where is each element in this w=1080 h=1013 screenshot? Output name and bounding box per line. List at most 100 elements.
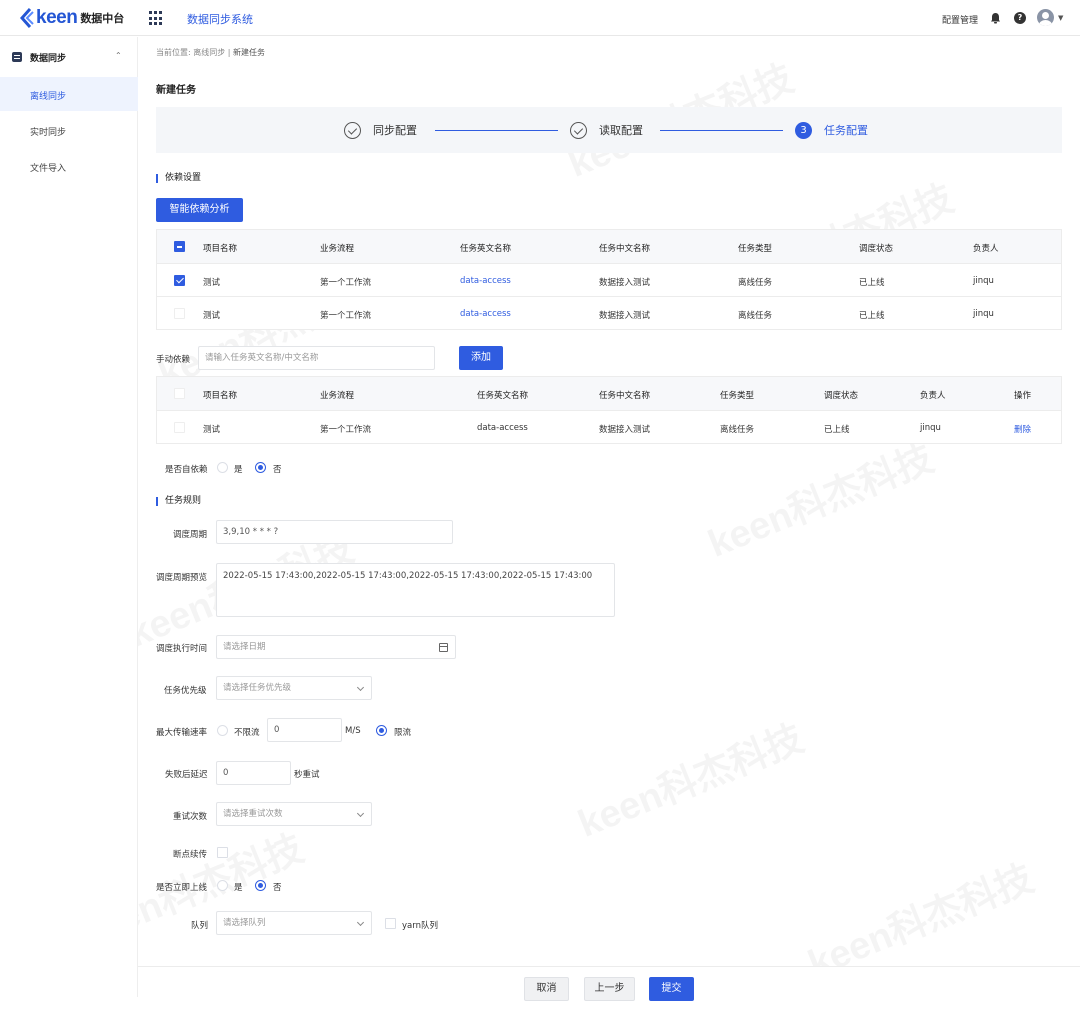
manual-dependency-table: 项目名称 业务流程 任务英文名称 任务中文名称 任务类型 调度状态 负责人 操作… xyxy=(156,376,1062,444)
section-title-dependency: 依赖设置 xyxy=(156,174,201,183)
cycle-input[interactable]: 3,9,10 * * * ? xyxy=(216,520,453,544)
resume-checkbox[interactable] xyxy=(217,847,228,858)
avatar[interactable] xyxy=(1037,9,1054,26)
column-header: 任务中文名称 xyxy=(599,391,651,401)
select-placeholder: 请选择重试次数 xyxy=(223,809,283,819)
config-management-link[interactable]: 配置管理 xyxy=(942,13,978,26)
chevron-up-icon: ⌃ xyxy=(115,51,122,60)
row-checkbox[interactable] xyxy=(174,308,185,319)
cell-project: 测试 xyxy=(203,425,221,435)
select-all-checkbox[interactable] xyxy=(174,241,185,252)
cell-task-type: 离线任务 xyxy=(720,425,755,435)
radio-label: 不限流 xyxy=(234,728,260,738)
calendar-icon xyxy=(439,643,448,652)
radio-label: 否 xyxy=(273,883,282,893)
chevron-down-icon[interactable]: ▼ xyxy=(1058,14,1063,22)
help-icon[interactable]: ? xyxy=(1014,12,1026,24)
chevron-down-icon xyxy=(356,683,365,692)
retry-delay-label: 失败后延迟 xyxy=(165,770,208,780)
logo[interactable]: keen 数据中台 xyxy=(20,7,124,29)
manual-dependency-input[interactable]: 请输入任务英文名称/中文名称 xyxy=(198,346,435,370)
watermark: keen科杰科技 xyxy=(698,427,940,567)
logo-text: keen xyxy=(36,7,78,28)
check-circle-icon xyxy=(570,121,587,139)
breadcrumb-parent[interactable]: 离线同步 xyxy=(193,48,225,57)
cycle-label: 调度周期 xyxy=(173,530,208,540)
watermark: keen科杰科技 xyxy=(568,707,810,847)
system-title: 数据同步系统 xyxy=(187,13,253,26)
yarn-queue-checkbox[interactable] xyxy=(385,918,396,929)
retry-delay-input[interactable]: 0 xyxy=(216,761,291,785)
select-placeholder: 请选择队列 xyxy=(223,918,266,928)
rate-input[interactable]: 0 xyxy=(267,718,342,742)
section-title-task-rules: 任务规则 xyxy=(156,497,201,506)
step-number: 3 xyxy=(795,121,812,139)
column-header: 业务流程 xyxy=(320,244,355,254)
cell-task-en-name[interactable]: data-access xyxy=(460,309,511,319)
chevron-down-icon xyxy=(356,809,365,818)
cell-workflow: 第一个工作流 xyxy=(320,311,372,321)
column-header: 任务类型 xyxy=(738,244,773,254)
apps-grid-icon[interactable] xyxy=(149,11,164,26)
cycle-preview-textarea[interactable]: 2022-05-15 17:43:00,2022-05-15 17:43:00,… xyxy=(216,563,615,617)
cell-project: 测试 xyxy=(203,278,221,288)
column-header: 任务中文名称 xyxy=(599,244,651,254)
retry-count-select[interactable]: 请选择重试次数 xyxy=(216,802,372,826)
check-circle-icon xyxy=(344,121,361,139)
table-row[interactable]: 测试 第一个工作流 data-access 数据接入测试 离线任务 已上线 ji… xyxy=(157,296,1061,329)
cycle-preview-label: 调度周期预览 xyxy=(156,573,208,583)
select-all-checkbox[interactable] xyxy=(174,388,185,399)
sidebar-item-label: 文件导入 xyxy=(30,164,67,174)
sidebar-item-label: 实时同步 xyxy=(30,128,67,138)
self-dependency-yes-radio[interactable] xyxy=(217,462,228,473)
sidebar-item-realtime-sync[interactable]: 实时同步 xyxy=(0,113,138,147)
queue-select[interactable]: 请选择队列 xyxy=(216,911,372,935)
queue-label: 队列 xyxy=(191,921,209,931)
smart-dependency-button[interactable]: 智能依赖分析 xyxy=(156,198,243,222)
table-row[interactable]: 测试 第一个工作流 data-access 数据接入测试 离线任务 已上线 ji… xyxy=(157,410,1061,443)
column-header: 负责人 xyxy=(920,391,946,401)
resume-label: 断点续传 xyxy=(173,850,208,860)
column-header: 负责人 xyxy=(973,244,999,254)
select-placeholder: 请选择任务优先级 xyxy=(223,683,292,693)
step-connector xyxy=(435,130,558,131)
cell-task-type: 离线任务 xyxy=(738,311,773,321)
step-task-config: 3 任务配置 xyxy=(795,121,868,139)
self-dependency-label: 是否自依赖 xyxy=(165,465,208,475)
bell-icon[interactable] xyxy=(990,12,1001,24)
sidebar-item-file-import[interactable]: 文件导入 xyxy=(0,149,138,183)
go-online-no-radio[interactable] xyxy=(255,880,266,891)
priority-select[interactable]: 请选择任务优先级 xyxy=(216,676,372,700)
sidebar-item-offline-sync[interactable]: 离线同步 xyxy=(0,77,138,111)
self-dependency-no-radio[interactable] xyxy=(255,462,266,473)
exec-time-date-picker[interactable]: 请选择日期 xyxy=(216,635,456,659)
cell-owner: jinqu xyxy=(920,423,941,433)
add-dependency-button[interactable]: 添加 xyxy=(459,346,503,370)
go-online-yes-radio[interactable] xyxy=(217,880,228,891)
cancel-button[interactable]: 取消 xyxy=(524,977,569,1001)
step-label: 读取配置 xyxy=(599,124,643,137)
previous-step-button[interactable]: 上一步 xyxy=(584,977,635,1001)
max-rate-label: 最大传输速率 xyxy=(156,728,208,738)
delete-link[interactable]: 删除 xyxy=(1014,423,1031,435)
unlimited-rate-radio[interactable] xyxy=(217,725,228,736)
exec-time-label: 调度执行时间 xyxy=(156,644,208,654)
table-row[interactable]: 测试 第一个工作流 data-access 数据接入测试 离线任务 已上线 ji… xyxy=(157,263,1061,296)
sidebar-group-data-sync[interactable]: 数据同步 ⌃ xyxy=(0,46,138,68)
column-header: 任务类型 xyxy=(720,391,755,401)
step-label: 同步配置 xyxy=(373,124,417,137)
cell-task-cn-name: 数据接入测试 xyxy=(599,311,651,321)
column-header: 操作 xyxy=(1014,391,1032,401)
row-checkbox[interactable] xyxy=(174,275,185,286)
radio-label: 否 xyxy=(273,465,282,475)
row-checkbox[interactable] xyxy=(174,422,185,433)
steps-bar: 同步配置 读取配置 3 任务配置 xyxy=(156,107,1062,153)
cell-schedule-status: 已上线 xyxy=(824,425,850,435)
yarn-queue-label: yarn队列 xyxy=(402,921,438,931)
step-read-config: 读取配置 xyxy=(570,121,643,139)
limited-rate-radio[interactable] xyxy=(376,725,387,736)
cell-task-type: 离线任务 xyxy=(738,278,773,288)
keen-logo-icon xyxy=(20,8,34,28)
cell-task-en-name[interactable]: data-access xyxy=(460,276,511,286)
submit-button[interactable]: 提交 xyxy=(649,977,694,1001)
